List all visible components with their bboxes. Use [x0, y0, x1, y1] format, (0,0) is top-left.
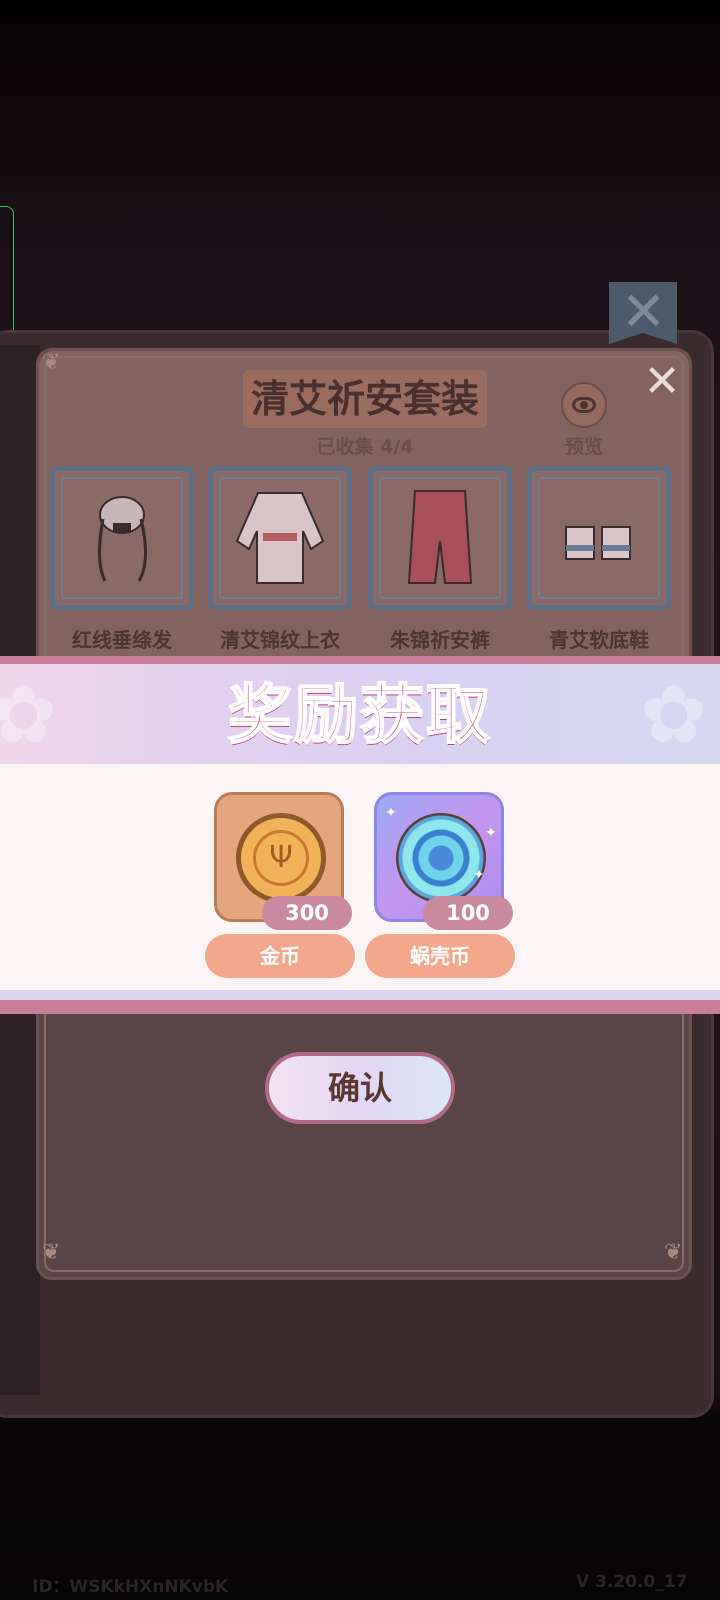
reward-label: 金币 [205, 934, 355, 978]
suit-item-shoes[interactable] [527, 466, 671, 610]
collected-count: 已收集 4/4 [316, 436, 414, 458]
preview-label: 预览 [564, 436, 603, 458]
rose-ornament-icon: ✿ [640, 668, 708, 761]
reward-ribbon-bottom-edge [0, 1000, 720, 1014]
reward-count-badge: 100 [423, 896, 513, 930]
confirm-button[interactable]: 确认 [265, 1052, 455, 1124]
reward-ribbon-bottom-stripe [0, 990, 720, 1000]
corner-ornament-icon: ❦ [42, 350, 61, 375]
suit-item-pants[interactable] [368, 466, 512, 610]
coin-inner-ring: Ψ [253, 830, 309, 886]
rose-ornament-icon: ✿ [0, 668, 58, 761]
snail-shell-coin-icon [396, 813, 486, 903]
suit-item-name: 红线垂绦发 [72, 628, 172, 652]
corner-ornament-icon: ❦ [42, 1240, 61, 1265]
close-button[interactable]: ✕ [638, 358, 686, 406]
suit-item-name: 朱锦祈安裤 [390, 628, 490, 652]
suit-item-hair[interactable] [50, 466, 194, 610]
shoes-icon [565, 526, 631, 560]
reward-count-badge: 300 [262, 896, 352, 930]
preview-button[interactable] [561, 382, 607, 428]
reward-label: 蜗壳币 [365, 934, 515, 978]
gold-coin-icon: Ψ [236, 813, 326, 903]
sparkle-icon: ✦ [385, 805, 397, 821]
sparkle-icon: ✦ [473, 867, 485, 883]
reward-title: 奖励获取 [227, 678, 492, 754]
player-id: ID：WSKkHXnNKvbK [32, 1577, 229, 1597]
suit-item-jacket[interactable] [208, 466, 352, 610]
suit-item-name: 青艾软底鞋 [549, 628, 649, 652]
app-version: V 3.20.0_17 [576, 1572, 688, 1592]
suit-title: 清艾祈安套装 [250, 377, 479, 421]
jacket-icon [235, 492, 325, 584]
eye-pupil [580, 401, 588, 409]
pants-icon [407, 490, 473, 584]
sparkle-icon: ✦ [485, 825, 497, 841]
reward-ribbon-body [0, 764, 720, 990]
suit-item-name: 清艾锦纹上衣 [220, 628, 340, 652]
whale-tail-icon: Ψ [269, 840, 293, 875]
corner-ornament-icon: ❦ [664, 1240, 683, 1265]
hair-icon [97, 496, 148, 582]
